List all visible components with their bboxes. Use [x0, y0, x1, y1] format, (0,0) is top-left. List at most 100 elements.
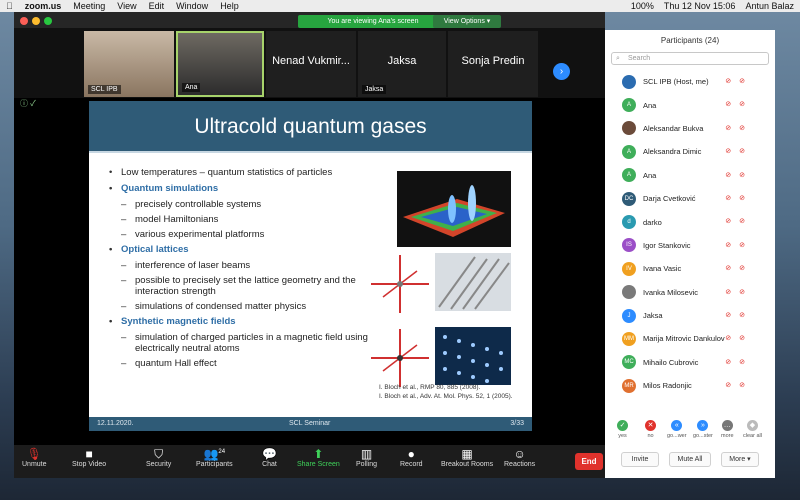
reactions-button[interactable]: ☺ Reactions: [504, 447, 535, 468]
muted-mic-camera-icon[interactable]: ⊘⊘: [725, 100, 753, 108]
muted-mic-camera-icon[interactable]: ⊘⊘: [725, 194, 753, 202]
muted-mic-camera-icon[interactable]: ⊘⊘: [725, 77, 753, 85]
menu-view[interactable]: View: [117, 1, 136, 11]
people-icon: 👥24: [203, 447, 226, 461]
muted-mic-camera-icon[interactable]: ⊘⊘: [725, 264, 753, 272]
menu-edit[interactable]: Edit: [149, 1, 165, 11]
avatar: J: [622, 308, 636, 323]
next-page-button[interactable]: ›: [553, 63, 570, 80]
more-button[interactable]: More ▾: [721, 452, 759, 467]
participant-row[interactable]: d darko ⊘⊘: [605, 210, 775, 233]
participants-button[interactable]: 👥24 Participants: [196, 447, 233, 468]
clock[interactable]: Thu 12 Nov 15:06: [664, 1, 736, 11]
stop-video-button[interactable]: ■ Stop Video: [72, 447, 106, 468]
muted-mic-camera-icon[interactable]: ⊘⊘: [725, 311, 753, 319]
shield-icon: ⛉: [154, 447, 164, 461]
participant-row[interactable]: IS Igor Stankovic ⊘⊘: [605, 234, 775, 257]
close-window-button[interactable]: [20, 17, 28, 25]
thumbnail-ana[interactable]: Ana: [176, 31, 264, 97]
menu-meeting[interactable]: Meeting: [73, 1, 105, 11]
app-menu[interactable]: zoom.us: [25, 1, 62, 11]
muted-mic-camera-icon[interactable]: ⊘⊘: [725, 381, 753, 389]
search-icon: ⌕: [616, 55, 620, 62]
end-meeting-button[interactable]: End: [575, 453, 603, 470]
participant-row[interactable]: MR Milos Radonjic ⊘⊘: [605, 374, 775, 397]
user-name[interactable]: Antun Balaz: [745, 1, 794, 11]
muted-mic-camera-icon[interactable]: ⊘⊘: [725, 147, 753, 155]
bullet-heading: Quantum simulations: [109, 183, 369, 195]
thumbnail-nenad[interactable]: Nenad Vukmir...: [266, 31, 356, 97]
more-label: More: [729, 456, 746, 463]
video-strip: SCL IPB Ana Nenad Vukmir... Jaksa Jaksa …: [14, 28, 605, 98]
smile-icon: ☺: [513, 447, 526, 461]
zoom-window-button[interactable]: [44, 17, 52, 25]
meeting-controls: 🎙 Unmute ■ Stop Video ⛉ Security 👥24 Par…: [14, 445, 605, 478]
muted-mic-camera-icon[interactable]: ⊘⊘: [725, 334, 753, 342]
minimize-window-button[interactable]: [32, 17, 40, 25]
participant-row[interactable]: Ivanka Milosevic ⊘⊘: [605, 281, 775, 304]
participant-row[interactable]: SCL IPB (Host, me) ⊘⊘: [605, 70, 775, 93]
muted-mic-camera-icon[interactable]: ⊘⊘: [725, 358, 753, 366]
thumbnail-jaksa[interactable]: Jaksa Jaksa: [358, 31, 446, 97]
view-options-label: View Options: [443, 18, 485, 25]
stop-video-label: Stop Video: [72, 461, 107, 468]
participant-row[interactable]: A Ana ⊘⊘: [605, 164, 775, 187]
thumbnail-sonja[interactable]: Sonja Predin: [448, 31, 538, 97]
thumbnail-scl-ipb[interactable]: SCL IPB: [84, 31, 174, 97]
menu-help[interactable]: Help: [220, 1, 239, 11]
participant-name: Aleksandar Bukva: [643, 123, 704, 133]
lattice-atoms-image: [435, 327, 511, 385]
clear-all-action[interactable]: ◆ clear all: [743, 420, 762, 439]
view-options-button[interactable]: View Options ▾: [433, 15, 501, 28]
participant-row[interactable]: DC Darja Cvetković ⊘⊘: [605, 187, 775, 210]
participant-row[interactable]: J Jaksa ⊘⊘: [605, 304, 775, 327]
participant-row[interactable]: IV Ivana Vasic ⊘⊘: [605, 257, 775, 280]
avatar: IS: [622, 238, 636, 253]
go-slower-action[interactable]: « go...wer: [667, 420, 687, 439]
viewing-banner: You are viewing Ana's screen: [298, 15, 448, 28]
avatar: MR: [622, 378, 636, 393]
security-button[interactable]: ⛉ Security: [146, 447, 171, 468]
yes-action[interactable]: ✓ yes: [617, 420, 628, 439]
share-arrow-icon: ⬆: [313, 447, 324, 461]
muted-mic-camera-icon[interactable]: ⊘⊘: [725, 241, 753, 249]
participant-row[interactable]: MM Marija Mitrovic Dankulov ⊘⊘: [605, 327, 775, 350]
slide-page: 3/33: [510, 420, 524, 427]
battery-status[interactable]: 100%: [631, 1, 654, 11]
breakout-rooms-button[interactable]: ▦ Breakout Rooms: [441, 447, 493, 468]
participant-row[interactable]: A Ana ⊘⊘: [605, 93, 775, 116]
muted-mic-camera-icon[interactable]: ⊘⊘: [725, 217, 753, 225]
polling-button[interactable]: ▥ Polling: [356, 447, 377, 468]
apple-icon[interactable]: : [6, 1, 13, 11]
search-input[interactable]: ⌕ Search: [611, 52, 769, 65]
avatar: IV: [622, 261, 636, 276]
muted-mic-camera-icon[interactable]: ⊘⊘: [725, 124, 753, 132]
shared-screen: ⓘ ✓ Ultracold quantum gases Low temperat…: [14, 98, 605, 445]
invite-button[interactable]: Invite: [621, 452, 659, 467]
participant-row[interactable]: MC Mihailo Cubrovic ⊘⊘: [605, 351, 775, 374]
unmute-button[interactable]: 🎙 Unmute: [22, 447, 47, 468]
more-action[interactable]: … more: [721, 420, 734, 439]
share-status-icon[interactable]: ⓘ ✓: [20, 98, 36, 109]
slide-title: Ultracold quantum gases: [89, 101, 532, 153]
participant-name: SCL IPB (Host, me): [643, 77, 709, 87]
participant-name: Milos Radonjic: [643, 381, 692, 391]
menu-window[interactable]: Window: [176, 1, 208, 11]
chat-button[interactable]: 💬 Chat: [262, 447, 277, 468]
muted-mic-icon: 🎙: [26, 447, 42, 461]
avatar: DC: [622, 191, 636, 206]
muted-mic-camera-icon[interactable]: ⊘⊘: [725, 171, 753, 179]
sub-bullet: interference of laser beams: [113, 260, 369, 271]
muted-mic-camera-icon[interactable]: ⊘⊘: [725, 288, 753, 296]
mute-all-button[interactable]: Mute All: [669, 452, 711, 467]
record-button[interactable]: ● Record: [400, 447, 423, 468]
security-label: Security: [146, 461, 172, 468]
participant-row[interactable]: A Aleksandra Dimic ⊘⊘: [605, 140, 775, 163]
participant-row[interactable]: Aleksandar Bukva ⊘⊘: [605, 117, 775, 140]
share-screen-button[interactable]: ⬆ Share Screen: [297, 447, 340, 468]
no-action[interactable]: ✕ no: [645, 420, 656, 439]
chat-bubble-icon: 💬: [262, 447, 277, 461]
go-faster-action[interactable]: » go...ster: [693, 420, 713, 439]
slide-event: SCL Seminar: [289, 420, 331, 427]
panel-buttons: Invite Mute All More ▾: [605, 450, 775, 470]
